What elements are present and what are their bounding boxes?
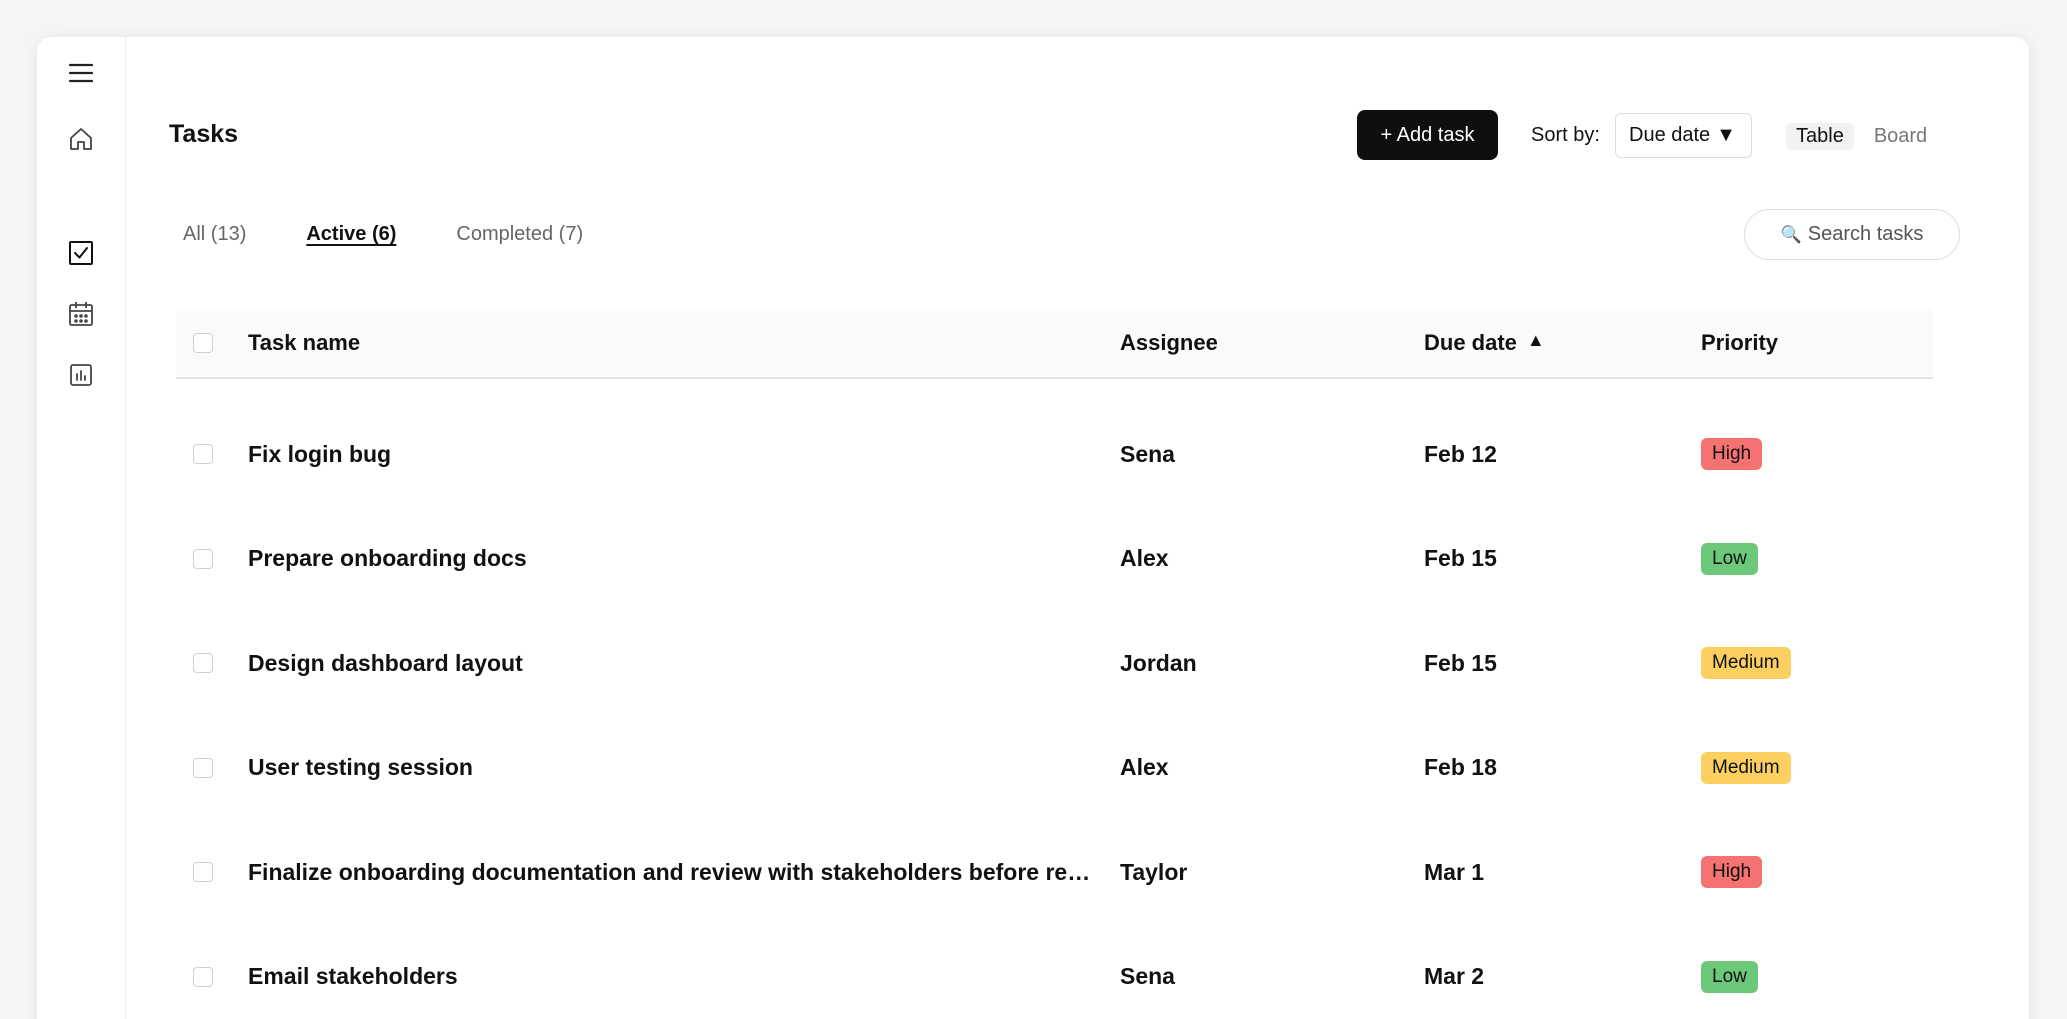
- sort-label: Sort by:: [1531, 124, 1600, 146]
- column-header-due-date[interactable]: Due date ▲: [1424, 330, 1545, 356]
- sort-value: Due date: [1629, 124, 1711, 146]
- add-task-button[interactable]: + Add task: [1357, 110, 1498, 160]
- search-input[interactable]: 🔍 Search tasks: [1744, 209, 1960, 260]
- priority-badge: Low: [1701, 960, 1758, 993]
- page-title: Tasks: [169, 120, 239, 148]
- view-toggle: Table Board: [1786, 123, 1937, 150]
- column-header-assignee[interactable]: Assignee: [1120, 330, 1218, 356]
- priority-badge: Medium: [1701, 647, 1791, 680]
- sort-ascending-icon: ▲: [1526, 329, 1545, 350]
- priority-cell: Medium: [1701, 647, 1791, 680]
- filter-tabs: All (13) Active (6) Completed (7): [183, 223, 643, 250]
- main-content: Tasks + Add task Sort by: Due date ▼ Tab…: [126, 37, 2029, 1019]
- table-header: Task name Assignee Due date ▲ Priority: [176, 309, 1933, 379]
- table-body: Fix login bug Sena Feb 12 High Prepare onboa…: [176, 402, 1933, 1019]
- due-date-header-label: Due date: [1424, 330, 1517, 355]
- tab-all[interactable]: All (13): [183, 223, 246, 250]
- table-row[interactable]: User testing session Alex Feb 18 Medium: [176, 716, 1933, 821]
- task-due-date: Feb 12: [1424, 440, 1497, 467]
- row-checkbox[interactable]: [193, 862, 213, 883]
- priority-cell: Low: [1701, 542, 1758, 575]
- app-window: Tasks + Add task Sort by: Due date ▼ Tab…: [37, 37, 2029, 1019]
- task-name[interactable]: Fix login bug: [248, 441, 391, 468]
- priority-badge: High: [1701, 438, 1763, 471]
- row-checkbox[interactable]: [193, 757, 213, 778]
- task-assignee: Sena: [1120, 440, 1175, 467]
- view-board-option[interactable]: Board: [1864, 123, 1937, 150]
- priority-cell: Low: [1701, 960, 1758, 993]
- task-due-date: Feb 18: [1424, 754, 1497, 781]
- caret-down-icon: ▼: [1716, 124, 1736, 146]
- select-all-checkbox[interactable]: [193, 333, 213, 353]
- task-assignee: Alex: [1120, 754, 1169, 781]
- sort-select[interactable]: Due date ▼: [1615, 113, 1752, 158]
- task-assignee: Sena: [1120, 963, 1175, 990]
- chart-icon[interactable]: [65, 359, 97, 391]
- table-row[interactable]: Finalize onboarding documentation and re…: [176, 820, 1933, 925]
- sidebar: [37, 37, 126, 1019]
- table-row[interactable]: Design dashboard layout Jordan Feb 15 Mediu…: [176, 611, 1933, 716]
- table-row[interactable]: Prepare onboarding docs Alex Feb 15 Low: [176, 507, 1933, 612]
- priority-cell: High: [1701, 856, 1763, 889]
- search-placeholder: Search tasks: [1807, 223, 1924, 245]
- task-name[interactable]: Prepare onboarding docs: [248, 545, 527, 572]
- table-row[interactable]: Email stakeholders Sena Mar 2 Low: [176, 925, 1933, 1019]
- task-name[interactable]: Email stakeholders: [248, 963, 458, 990]
- column-header-priority[interactable]: Priority: [1701, 330, 1778, 356]
- row-checkbox[interactable]: [193, 966, 213, 987]
- row-checkbox[interactable]: [193, 444, 213, 465]
- task-due-date: Feb 15: [1424, 649, 1497, 676]
- task-name[interactable]: User testing session: [248, 754, 473, 781]
- column-header-task-name[interactable]: Task name: [248, 330, 360, 356]
- task-due-date: Mar 1: [1424, 858, 1485, 885]
- priority-cell: Medium: [1701, 751, 1791, 784]
- home-icon[interactable]: [65, 123, 97, 155]
- tab-completed[interactable]: Completed (7): [456, 223, 583, 250]
- search-icon: 🔍: [1780, 224, 1802, 244]
- task-name[interactable]: Design dashboard layout: [248, 650, 523, 677]
- task-name[interactable]: Finalize onboarding documentation and re…: [248, 859, 1093, 886]
- row-checkbox[interactable]: [193, 653, 213, 674]
- task-assignee: Taylor: [1120, 858, 1188, 885]
- priority-badge: High: [1701, 856, 1763, 889]
- priority-badge: Medium: [1701, 751, 1791, 784]
- tab-active[interactable]: Active (6): [306, 223, 396, 250]
- calendar-icon[interactable]: [65, 298, 97, 330]
- checkbox-icon[interactable]: [65, 237, 97, 269]
- priority-cell: High: [1701, 438, 1763, 471]
- row-checkbox[interactable]: [193, 548, 213, 569]
- task-assignee: Alex: [1120, 545, 1169, 572]
- task-due-date: Mar 2: [1424, 963, 1485, 990]
- table-row[interactable]: Fix login bug Sena Feb 12 High: [176, 402, 1933, 507]
- priority-badge: Low: [1701, 542, 1758, 575]
- view-table-option[interactable]: Table: [1786, 123, 1854, 150]
- task-due-date: Feb 15: [1424, 545, 1497, 572]
- task-table: Task name Assignee Due date ▲ Priority F…: [176, 309, 1933, 1019]
- menu-icon[interactable]: [65, 57, 97, 89]
- task-assignee: Jordan: [1120, 649, 1197, 676]
